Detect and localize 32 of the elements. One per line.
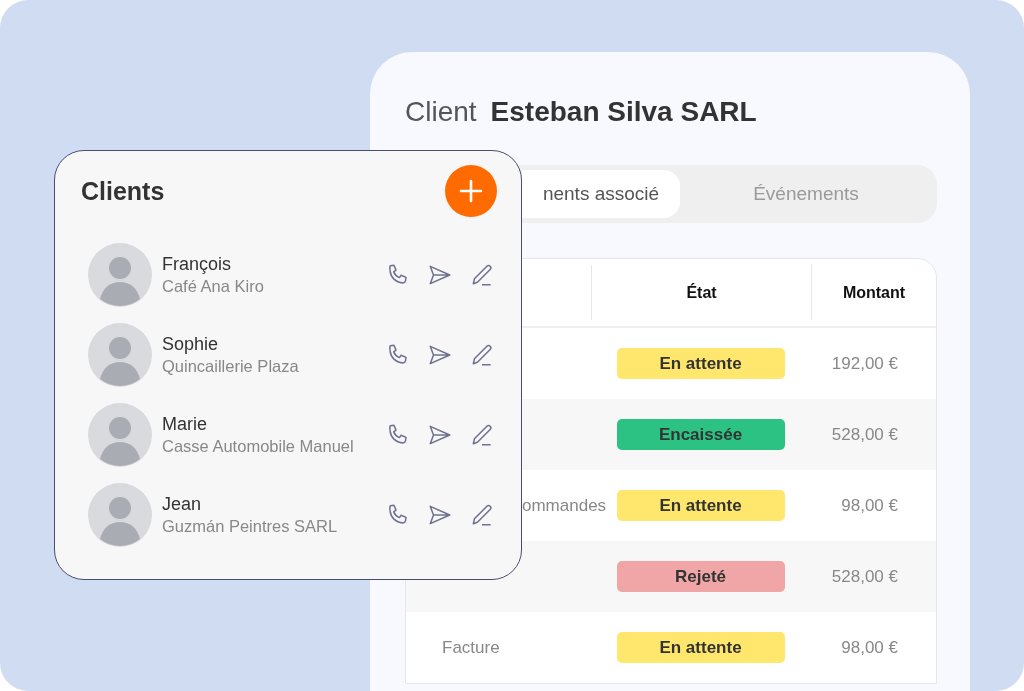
amount-cell: 528,00 €	[831, 424, 898, 445]
amount-cell: 528,00 €	[831, 566, 898, 587]
avatar-silhouette	[88, 403, 152, 467]
company-name: Café Ana Kiro	[162, 277, 265, 296]
client-name: François	[162, 254, 233, 275]
tab[interactable]: nents associé	[522, 170, 680, 218]
company-name: Casse Automobile Manuel	[162, 437, 355, 456]
plus-icon	[459, 179, 483, 203]
status-badge: En attente	[616, 490, 785, 521]
status-badge: Rejeté	[616, 561, 785, 592]
column-header: État	[686, 283, 717, 302]
company-name: Quincaillerie Plaza	[162, 357, 300, 376]
client-name: Sophie	[162, 334, 220, 355]
status-badge: Encaissée	[616, 419, 785, 450]
add-button[interactable]	[445, 165, 497, 217]
amount-cell: 192,00 €	[831, 353, 898, 374]
status-badge: En attente	[616, 348, 785, 379]
company-name: Guzmán Peintres SARL	[162, 517, 339, 536]
column-header: Montant	[842, 283, 906, 302]
client-name: Esteban Silva SARL	[490, 96, 757, 128]
table-cell: ommandes	[522, 495, 607, 516]
avatar-silhouette	[88, 243, 152, 307]
client-name: Jean	[162, 494, 203, 515]
amount-cell: 98,00 €	[841, 637, 898, 658]
clients-title: Clients	[81, 176, 165, 206]
avatar-silhouette	[88, 483, 152, 547]
avatar-silhouette	[88, 323, 152, 387]
table-cell: Facture	[442, 637, 500, 658]
status-badge: En attente	[616, 632, 785, 663]
client-label: Client	[405, 96, 477, 128]
amount-cell: 98,00 €	[841, 495, 898, 516]
client-name: Marie	[162, 414, 208, 435]
